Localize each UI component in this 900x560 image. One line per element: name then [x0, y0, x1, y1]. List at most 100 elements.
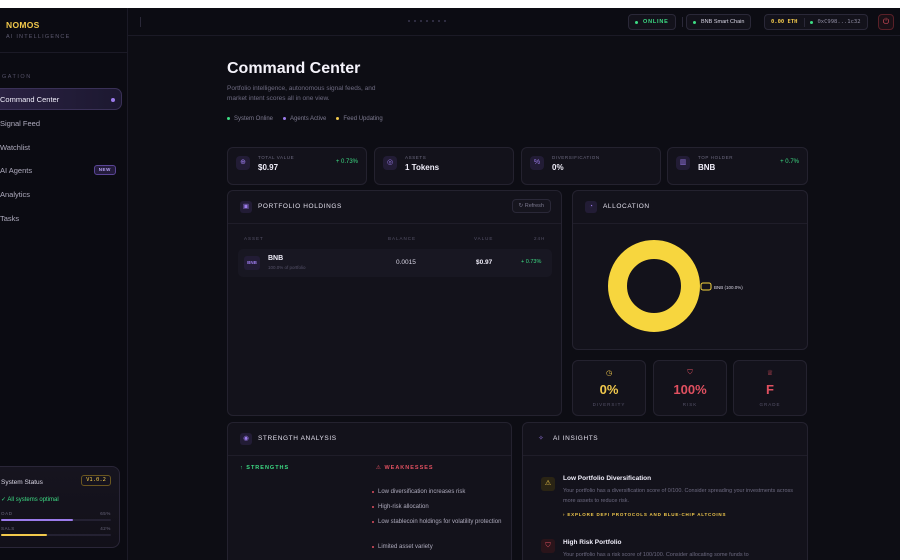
stat-card-assets: ◎ ASSETS 1 Tokens — [374, 147, 514, 185]
briefcase-icon: ▣ — [240, 201, 252, 213]
asset-change: + 0.73% — [521, 259, 542, 265]
weakness-item: High-risk allocation — [372, 502, 508, 512]
sidebar-item-label: Tasks — [0, 213, 20, 223]
stat-card-total-value: ⊕ TOTAL VALUE $0.97 + 0.73% — [227, 147, 367, 185]
sidebar-item-label: Watchlist — [0, 142, 31, 152]
asset-value: $0.97 — [476, 259, 493, 266]
online-status-pill: ONLINE — [628, 14, 676, 30]
trophy-icon: ♕ — [766, 370, 774, 377]
topbar-divider — [682, 17, 683, 27]
nav-heading: GATION — [2, 74, 32, 80]
percent-icon: % — [530, 156, 544, 170]
insight-body: Your portfolio has a risk score of 100/1… — [563, 552, 749, 558]
wallet-dot-icon — [809, 20, 813, 24]
allocation-donut-chart: BNB (100.0%) — [608, 240, 743, 332]
status-row-load: OAD 65% — [1, 511, 111, 516]
topbar-divider — [140, 17, 141, 27]
score-value: 0% — [599, 382, 619, 397]
weakness-item: Low diversification increases risk — [372, 487, 508, 497]
score-label: DIVERSITY — [592, 402, 626, 407]
donut-slice-bnb[interactable] — [608, 240, 700, 332]
stat-value: BNB — [698, 163, 716, 172]
active-indicator-dot — [111, 98, 115, 102]
stat-label: ASSETS — [405, 155, 427, 160]
insight-title: Low Portfolio Diversification — [563, 475, 652, 482]
refresh-button[interactable]: ↻ Refresh — [511, 199, 551, 213]
sidebar-item-command-center[interactable]: Command Center — [0, 88, 122, 110]
load-bar — [1, 519, 111, 521]
version-badge: V1.0.2 — [81, 475, 111, 486]
sidebar-item-ai-agents[interactable]: AI Agents NEW — [0, 159, 122, 181]
purple-dot-icon — [283, 116, 287, 120]
slice-label: BNB (100.0%) — [714, 285, 743, 290]
top-bar: ONLINE BNB Smart Chain 0.00 ETH 0xC998..… — [128, 8, 900, 36]
eth-balance: 0.00 ETH — [771, 19, 798, 25]
legend-swatch — [700, 282, 712, 291]
stat-delta: + 0.7% — [780, 159, 799, 165]
column-header: 24H — [534, 236, 546, 241]
card-divider — [228, 455, 511, 456]
sidebar-item-signal-feed[interactable]: Signal Feed — [0, 112, 122, 134]
sidebar-item-tasks[interactable]: Tasks — [0, 207, 122, 229]
signals-bar — [1, 534, 111, 536]
loading-dots-icon — [408, 20, 446, 22]
wallet-button[interactable]: 0.00 ETH 0xC998...1c32 — [764, 14, 868, 30]
sidebar-item-label: AI Agents — [0, 165, 33, 175]
bnb-token-icon: BNB — [244, 256, 260, 270]
sidebar-item-label: Command Center — [0, 94, 60, 104]
wallet-divider — [803, 17, 805, 27]
card-title: AI INSIGHTS — [553, 435, 599, 442]
sidebar-item-analytics[interactable]: Analytics — [0, 183, 122, 205]
system-status-message: ✓ All systems optimal — [1, 497, 59, 503]
insight-action-link[interactable]: › EXPLORE DEFI PROTOCOLS AND BLUE-CHIP A… — [563, 512, 726, 517]
asset-balance: 0.0015 — [396, 259, 416, 266]
card-divider — [523, 455, 807, 456]
sparkle-icon: ✧ — [538, 435, 544, 442]
legend-feed-updating: Feed Updating — [336, 116, 383, 122]
ai-insights-card: ✧ AI INSIGHTS ⚠ Low Portfolio Diversific… — [522, 422, 808, 560]
asset-share: 100.0% of portfolio — [268, 265, 306, 270]
warning-icon: ⚠ — [541, 477, 555, 491]
strengths-heading: ↑ STRENGTHS — [240, 465, 290, 471]
brand-name: NOMOS — [6, 20, 40, 30]
pie-chart-icon: ◔ — [585, 201, 597, 213]
weaknesses-heading: ⚠ WEAKNESSES — [376, 465, 434, 471]
power-icon[interactable]: ⏻ — [878, 14, 894, 30]
score-label: GRADE — [759, 402, 781, 407]
card-title: PORTFOLIO HOLDINGS — [258, 203, 342, 210]
status-legend: System Online Agents Active Feed Updatin… — [227, 116, 383, 122]
load-bar-fill — [1, 519, 73, 521]
wallet-address: 0xC998...1c32 — [817, 19, 861, 25]
stat-delta: + 0.73% — [335, 159, 358, 165]
network-dot-icon — [693, 20, 696, 24]
column-header: VALUE — [474, 236, 494, 241]
shield-icon: ⛉ — [541, 539, 555, 553]
portfolio-holdings-card: ▣ PORTFOLIO HOLDINGS ↻ Refresh ASSET BAL… — [227, 190, 562, 416]
network-selector[interactable]: BNB Smart Chain — [686, 14, 752, 30]
legend-system-online: System Online — [227, 116, 273, 122]
brand[interactable]: NOMOS AI INTELLIGENCE — [6, 20, 70, 40]
app-window: NOMOS AI INTELLIGENCE GATION Command Cen… — [0, 8, 900, 560]
risk-score-card: ⛉ 100% RISK — [653, 360, 727, 416]
new-badge: NEW — [93, 165, 116, 175]
legend-agents-active: Agents Active — [283, 116, 326, 122]
chart-icon: ▥ — [676, 156, 690, 170]
card-title: ALLOCATION — [603, 203, 650, 210]
sidebar-item-label: Signal Feed — [0, 118, 41, 128]
system-status-card: System Status V1.0.2 ✓ All systems optim… — [0, 466, 120, 548]
allocation-card: ◔ ALLOCATION BNB (100.0%) — [572, 190, 808, 350]
sidebar-item-watchlist[interactable]: Watchlist — [0, 136, 122, 158]
table-row[interactable]: BNB BNB 100.0% of portfolio 0.0015 $0.97… — [238, 249, 552, 277]
grade-score-card: ♕ F GRADE — [733, 360, 807, 416]
score-value: F — [766, 382, 774, 397]
yellow-dot-icon — [336, 116, 340, 120]
stat-card-diversification: % DIVERSIFICATION 0% — [521, 147, 661, 185]
score-label: RISK — [682, 402, 698, 407]
signals-bar-fill — [1, 534, 48, 536]
page-title: Command Center — [227, 60, 361, 77]
stat-label: DIVERSIFICATION — [552, 155, 600, 160]
insight-body: Your portfolio has a diversification sco… — [563, 488, 794, 504]
coins-icon: ◎ — [383, 156, 397, 170]
sidebar-item-label: Analytics — [0, 189, 31, 199]
shield-icon: ⛉ — [687, 369, 693, 376]
